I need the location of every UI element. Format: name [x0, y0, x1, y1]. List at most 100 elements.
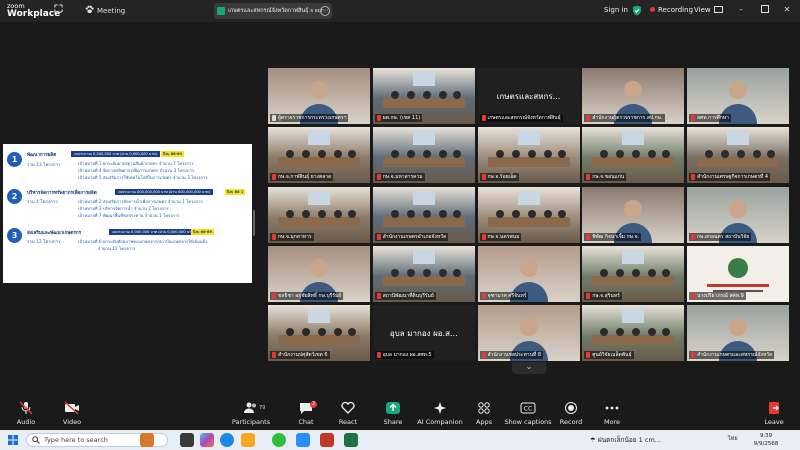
participant-tile[interactable]: สำนักงานผู้ตรวจราชการ สป.กษ. [582, 68, 685, 124]
participant-name: จุฑามาศ ศรีจันทร์ [487, 292, 527, 299]
taskbar-clock[interactable]: 9:39 9/9/2568 [746, 432, 786, 448]
participant-tile[interactable]: นางปรียาภรณ์ สศท.9 [687, 245, 789, 302]
participant-tile[interactable]: กษ.สกลนคร สถาบันวิจัย [687, 186, 789, 243]
goal-line: เป้าหมายที่ 5 ส่งเสริมการใช้เทคโนโลยีในก… [78, 175, 208, 180]
participant-tile[interactable]: สถานีพัฒนาที่ดินบุรีรัมย์ [372, 245, 475, 302]
mic-muted-icon [586, 352, 591, 358]
participant-tile[interactable]: พิพัฒ กิจนาเจิ้ม กษ.จ. [582, 186, 685, 243]
participant-tile[interactable]: สำนักงานเกษตรและสหกรณ์จังหวัด [687, 305, 789, 361]
participant-name-label: ชลธิชา อยู่ชัยสิทธิ์ กษ.บุรีรัมย์ [270, 291, 344, 300]
share-screen-icon [386, 402, 400, 414]
task-view-icon[interactable] [180, 433, 194, 447]
participant-name-label: กษ.จ.นครพนม [479, 232, 522, 241]
input-language[interactable]: ไทย [728, 436, 738, 442]
video-button[interactable]: Video [42, 401, 102, 426]
participant-name-label: ศูนย์วิจัยเมล็ดพันธุ์ [584, 351, 634, 359]
participant-name: กษ.สกลนคร สถาบันวิจัย [697, 233, 750, 240]
mic-muted-icon [272, 174, 276, 181]
maximize-icon[interactable] [760, 5, 770, 15]
windows-start-icon[interactable] [8, 435, 18, 445]
participant-name-label: ผต.กษ. (เขต 11) [374, 114, 423, 122]
participant-name-label: ผู้ตรวจราชการกระทรวงเกษตรฯ [270, 114, 349, 122]
participant-name: กษ.จ.นครพนม [487, 233, 520, 240]
participant-tile[interactable]: เกษตรและสหกร... เกษตรและสหกรณ์จังหวัดกาฬส… [477, 68, 580, 124]
mic-muted-icon [481, 115, 486, 121]
mic-muted-icon [691, 233, 695, 240]
copilot-icon[interactable] [200, 433, 214, 447]
participant-tile[interactable]: สำนักงานเกษตรอำเภอจังหวัด [372, 186, 475, 243]
participant-name: นางปรียาภรณ์ สศท.9 [697, 292, 744, 299]
budget-bar: งบประมาณ 0,000,000 บาท (ผ่าน 0,000,000 บ… [71, 151, 160, 157]
participant-name: กษ.จ.มุกดาหาร [278, 233, 312, 240]
participant-tile[interactable]: ชลธิชา อยู่ชัยสิทธิ์ กษ.บุรีรัมย์ [268, 245, 370, 302]
year-badge: ปีงบ 68 1 [225, 189, 246, 195]
participant-name-label: สศท.การศึกษา [689, 114, 731, 122]
participant-tile[interactable]: อุบล มากอง ผอ.ส... อุบล มากอง ผอ.สศท.5 [372, 305, 475, 361]
participant-name: สำนักงานผู้ตรวจราชการ สป.กษ. [592, 115, 663, 121]
participant-name-label: กษ.จ.มุกดาหาร [270, 232, 314, 241]
mic-muted-icon [691, 352, 695, 358]
participant-tile[interactable]: กษ.จ.กาฬสินธุ์ ยางตลาด [268, 127, 370, 184]
participant-name: ชลธิชา อยู่ชัยสิทธิ์ กษ.บุรีรัมย์ [278, 292, 342, 299]
participant-name-label: สำนักงานปศุสัตว์เขต 6 [270, 351, 330, 359]
split-view-handle[interactable] [253, 210, 255, 236]
participant-tile[interactable]: ผู้ตรวจราชการกระทรวงเกษตรฯ [268, 68, 370, 124]
participant-name-label: สำนักงานเกษตรอำเภอจังหวัด [374, 232, 449, 241]
edge-browser-icon[interactable] [220, 433, 234, 447]
participant-name: กษ.จ.สุรินทร์ [592, 292, 620, 299]
close-icon[interactable]: ✕ [782, 5, 792, 15]
meeting-toolbar: Audio Video Participants 79 Chat 2 React… [0, 398, 800, 430]
participant-tile[interactable]: กษ.จ.นครพนม [477, 186, 580, 243]
mic-muted-icon [481, 352, 486, 358]
zoom-app-icon[interactable] [296, 433, 310, 447]
participant-tile[interactable]: ศูนย์วิจัยเมล็ดพันธุ์ [582, 305, 685, 361]
participant-name-label: อุบล มากอง ผอ.สศท.5 [374, 351, 434, 359]
participant-tile[interactable]: สำนักงานเศรษฐกิจการเกษตรที่ 4 [687, 127, 789, 184]
powerpoint-icon[interactable] [320, 433, 334, 447]
sign-in-button[interactable]: Sign in [604, 6, 628, 14]
participant-tile[interactable]: สำนักงานปศุสัตว์เขต 6 [268, 305, 370, 361]
screen-share-tab[interactable]: เกษตรและสหกรณ์จังหวัดกาฬสินธุ์ s scr ⋯ [214, 3, 332, 19]
participants-button[interactable]: Participants [221, 401, 281, 426]
paw-icon [85, 5, 94, 14]
more-options-icon[interactable]: ⋯ [320, 6, 330, 16]
weather-widget[interactable]: ☂ ฝนตกเล็กน้อย 1 cm... [590, 433, 661, 447]
participant-tile[interactable]: สศท.การศึกษา [687, 68, 789, 124]
meeting-title[interactable]: Meeting [85, 4, 125, 18]
gallery-scroll-down-icon[interactable]: ⌄ [512, 362, 546, 374]
participant-tile[interactable]: กษ.จ.ขอนแก่น [582, 127, 685, 184]
recording-indicator[interactable]: Recording [650, 6, 693, 14]
mic-muted-icon [272, 233, 276, 240]
participant-name-label: กษ.สกลนคร สถาบันวิจัย [689, 232, 752, 241]
expand-icon[interactable] [54, 4, 63, 18]
view-layout-icon [713, 6, 723, 13]
weather-text: ฝนตกเล็กน้อย 1 cm... [597, 436, 661, 444]
minimize-icon[interactable]: – [736, 5, 746, 15]
participant-tile[interactable]: ผต.กษ. (เขต 11) [372, 68, 475, 124]
participant-display-name: เกษตรและสหกร... [496, 92, 561, 101]
participant-tile[interactable]: สำนักงานชลประทานที่ 8 [477, 305, 580, 361]
record-icon [565, 402, 577, 414]
line-app-icon[interactable] [272, 433, 286, 447]
excel-icon[interactable] [344, 433, 358, 447]
system-tray[interactable]: ไทย [728, 435, 738, 443]
security-shield-icon[interactable] [632, 5, 642, 16]
leave-button[interactable]: Leave [756, 401, 792, 426]
participant-tile[interactable]: กษ.จ.มุกดาหาร [268, 186, 370, 243]
participant-gallery: ผู้ตรวจราชการกระทรวงเกษตรฯ ผต.กษ. (เขต 11… [268, 68, 789, 361]
more-button[interactable]: More [582, 401, 642, 426]
budget-bar: งบประมาณ 000,000,000 บาท (ผ่าน 000,000,0… [115, 189, 214, 195]
file-explorer-icon[interactable] [241, 433, 255, 447]
search-highlight-icon[interactable] [140, 433, 154, 447]
participant-tile[interactable]: จุฑามาศ ศรีจันทร์ [477, 245, 580, 302]
participant-tile[interactable]: กษ.จ.มหาสารคาม [372, 127, 475, 184]
goal-line: เป้าหมายที่ 4 จัดการทรัพยากรเพื่อการเกษต… [78, 168, 195, 173]
mic-muted-icon [481, 292, 486, 299]
view-button[interactable]: View [694, 6, 723, 14]
participant-name: ผู้ตรวจราชการกระทรวงเกษตรฯ [278, 115, 347, 121]
goal-line: เป้าหมายที่ 2 ส่งเสริมการจัดการน้ำเพื่อก… [78, 199, 203, 204]
participant-name-label: สำนักงานชลประทานที่ 8 [479, 351, 544, 359]
participant-tile[interactable]: กษ.จ.สุรินทร์ [582, 245, 685, 302]
mic-muted-icon [691, 115, 695, 121]
participant-tile[interactable]: กษ.จ.ร้อยเอ็ด [477, 127, 580, 184]
